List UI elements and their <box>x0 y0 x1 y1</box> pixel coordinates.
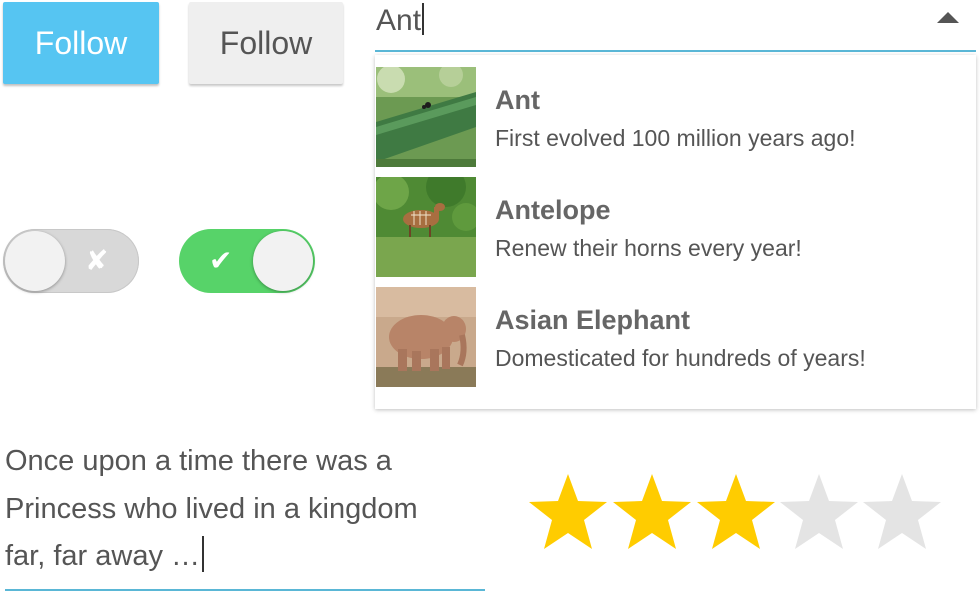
autocomplete-dropdown: Ant First evolved 100 million years ago! <box>375 55 976 409</box>
story-textarea[interactable]: Once upon a time there was a Princess wh… <box>5 438 485 591</box>
dropdown-item-asian-elephant[interactable]: Asian Elephant Domesticated for hundreds… <box>375 287 976 397</box>
antelope-photo <box>376 177 476 277</box>
star-icon[interactable] <box>695 472 777 552</box>
toggle-knob <box>253 231 313 291</box>
dropdown-item-description: Renew their horns every year! <box>495 235 802 261</box>
triangle-up-icon[interactable] <box>937 12 959 23</box>
dropdown-item-ant[interactable]: Ant First evolved 100 million years ago! <box>375 67 976 177</box>
star-rating <box>527 472 947 556</box>
dropdown-item-description: Domesticated for hundreds of years! <box>495 345 866 371</box>
star-icon[interactable] <box>611 472 693 552</box>
text-cursor <box>422 3 425 35</box>
toggle-switch-off[interactable]: ✘ <box>3 229 139 293</box>
star-icon[interactable] <box>778 472 860 552</box>
follow-button-secondary[interactable]: Follow <box>189 2 343 84</box>
toggle-switch-on[interactable]: ✔ <box>179 229 315 293</box>
search-input[interactable]: Ant <box>376 2 425 40</box>
cross-icon: ✘ <box>85 244 109 277</box>
animal-search: Ant <box>375 0 976 52</box>
check-icon: ✔ <box>209 244 233 277</box>
star-icon[interactable] <box>861 472 943 552</box>
story-text: Once upon a time there was a Princess wh… <box>5 445 418 572</box>
toggle-knob <box>5 231 65 291</box>
elephant-photo <box>376 287 476 387</box>
ant-photo <box>376 67 476 167</box>
star-icon[interactable] <box>527 472 609 552</box>
dropdown-item-title: Asian Elephant <box>495 305 691 335</box>
text-cursor <box>202 536 205 572</box>
dropdown-item-title: Ant <box>495 85 540 115</box>
dropdown-item-title: Antelope <box>495 195 611 225</box>
widget-showcase: Follow Follow ✘ ✔ Ant Ant First evolved … <box>0 0 980 600</box>
dropdown-item-antelope[interactable]: Antelope Renew their horns every year! <box>375 177 976 287</box>
dropdown-item-description: First evolved 100 million years ago! <box>495 125 856 151</box>
follow-button-primary[interactable]: Follow <box>3 2 159 84</box>
